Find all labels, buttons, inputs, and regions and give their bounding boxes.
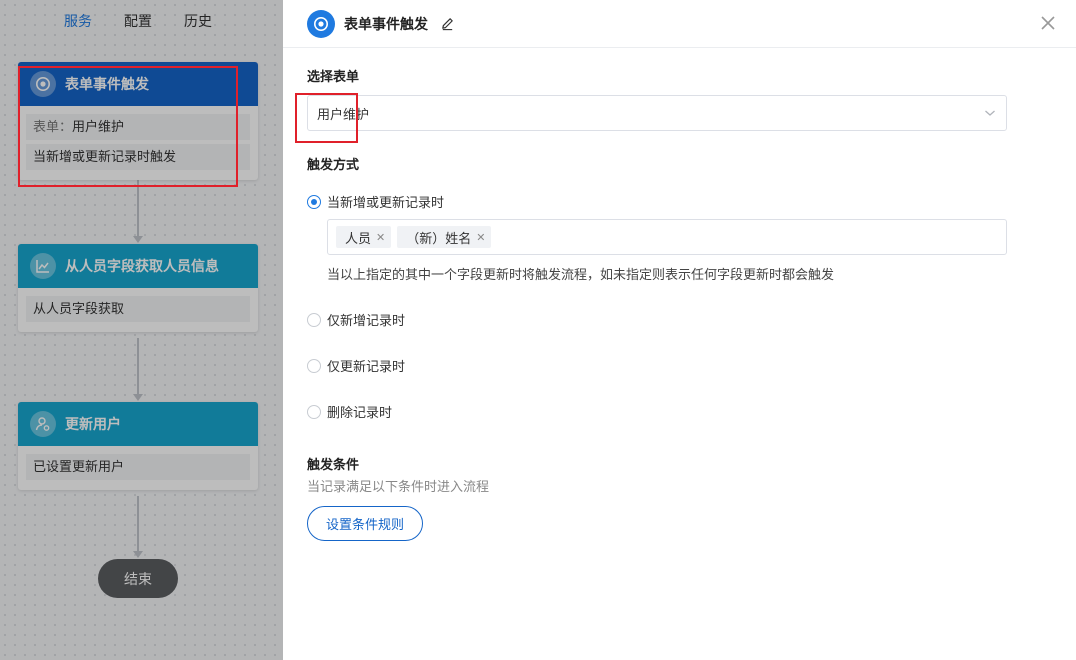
radio-label: 当新增或更新记录时 <box>327 195 445 210</box>
chevron-down-icon <box>985 110 995 116</box>
connector-line <box>137 180 139 236</box>
connector-arrow <box>133 236 143 243</box>
node-info-row: 从人员字段获取 <box>26 296 250 322</box>
edit-pencil-icon[interactable] <box>440 16 455 31</box>
end-node[interactable]: 结束 <box>98 559 178 598</box>
radio-option-create-or-update[interactable]: 当新增或更新记录时 <box>307 192 444 211</box>
radio-label: 仅新增记录时 <box>327 313 406 328</box>
drawer-header: 表单事件触发 <box>283 0 1076 48</box>
config-drawer: 表单事件触发 选择表单 用户维护 触发方式 当新增或更新记录时 人员 ✕ （新）姓… <box>283 0 1076 660</box>
connector-arrow <box>133 551 143 558</box>
trigger-fields-hint: 当以上指定的其中一个字段更新时将触发流程，如未指定则表示任何字段更新时都会触发 <box>327 267 835 282</box>
tab-config[interactable]: 配置 <box>124 11 152 31</box>
top-nav: 服务 配置 历史 <box>0 0 283 38</box>
field-tag: 人员 ✕ <box>336 226 392 248</box>
form-value: 用户维护 <box>72 119 125 134</box>
field-tag: （新）姓名 ✕ <box>397 226 492 248</box>
flow-canvas[interactable]: 服务 配置 历史 表单事件触发 表单：用户维护 当新增或更新记录时触发 从人员字… <box>0 0 283 660</box>
radio-button[interactable] <box>307 358 321 373</box>
close-icon[interactable] <box>1039 14 1057 32</box>
target-icon <box>30 71 56 97</box>
node-info-row: 当新增或更新记录时触发 <box>26 144 250 170</box>
tag-label: 人员 <box>345 230 372 246</box>
connector-arrow <box>133 394 143 401</box>
node-info-row: 表单：用户维护 <box>26 114 250 140</box>
user-settings-icon <box>30 411 56 437</box>
flow-node-form-trigger[interactable]: 表单事件触发 表单：用户维护 当新增或更新记录时触发 <box>18 62 258 180</box>
select-form-label: 选择表单 <box>307 69 360 84</box>
node-title: 从人员字段获取人员信息 <box>65 258 219 274</box>
node-title: 表单事件触发 <box>65 76 149 92</box>
radio-button[interactable] <box>307 404 321 419</box>
radio-option-update-only[interactable]: 仅更新记录时 <box>307 356 405 375</box>
radio-option-create-only[interactable]: 仅新增记录时 <box>307 310 405 329</box>
trend-chart-icon <box>30 253 56 279</box>
target-icon <box>307 9 335 38</box>
tab-service[interactable]: 服务 <box>64 11 92 31</box>
tag-remove-icon[interactable]: ✕ <box>376 231 385 244</box>
radio-option-delete[interactable]: 删除记录时 <box>307 402 392 421</box>
trigger-mode-label: 触发方式 <box>307 157 360 172</box>
form-label: 表单： <box>33 119 73 134</box>
trigger-condition-hint: 当记录满足以下条件时进入流程 <box>307 479 490 494</box>
field-tags-input[interactable]: 人员 ✕ （新）姓名 ✕ <box>327 219 1007 255</box>
connector-line <box>137 496 139 552</box>
node-title: 更新用户 <box>65 416 121 432</box>
radio-label: 仅更新记录时 <box>327 359 406 374</box>
trigger-condition-label: 触发条件 <box>307 457 360 472</box>
radio-label: 删除记录时 <box>327 405 393 420</box>
tag-label: （新）姓名 <box>406 230 472 246</box>
node-header: 更新用户 <box>18 402 258 446</box>
form-select-value: 用户维护 <box>317 106 370 122</box>
flow-node-get-person[interactable]: 从人员字段获取人员信息 从人员字段获取 <box>18 244 258 332</box>
tab-history[interactable]: 历史 <box>184 11 212 31</box>
flow-node-update-user[interactable]: 更新用户 已设置更新用户 <box>18 402 258 490</box>
node-header: 从人员字段获取人员信息 <box>18 244 258 288</box>
drawer-title: 表单事件触发 <box>344 15 428 32</box>
node-info-row: 已设置更新用户 <box>26 454 250 480</box>
tag-remove-icon[interactable]: ✕ <box>476 231 485 244</box>
node-header: 表单事件触发 <box>18 62 258 106</box>
connector-line <box>137 338 139 394</box>
radio-button[interactable] <box>307 312 321 327</box>
form-select[interactable]: 用户维护 <box>307 95 1007 131</box>
set-condition-rules-button[interactable]: 设置条件规则 <box>307 506 423 541</box>
radio-button[interactable] <box>307 194 321 209</box>
